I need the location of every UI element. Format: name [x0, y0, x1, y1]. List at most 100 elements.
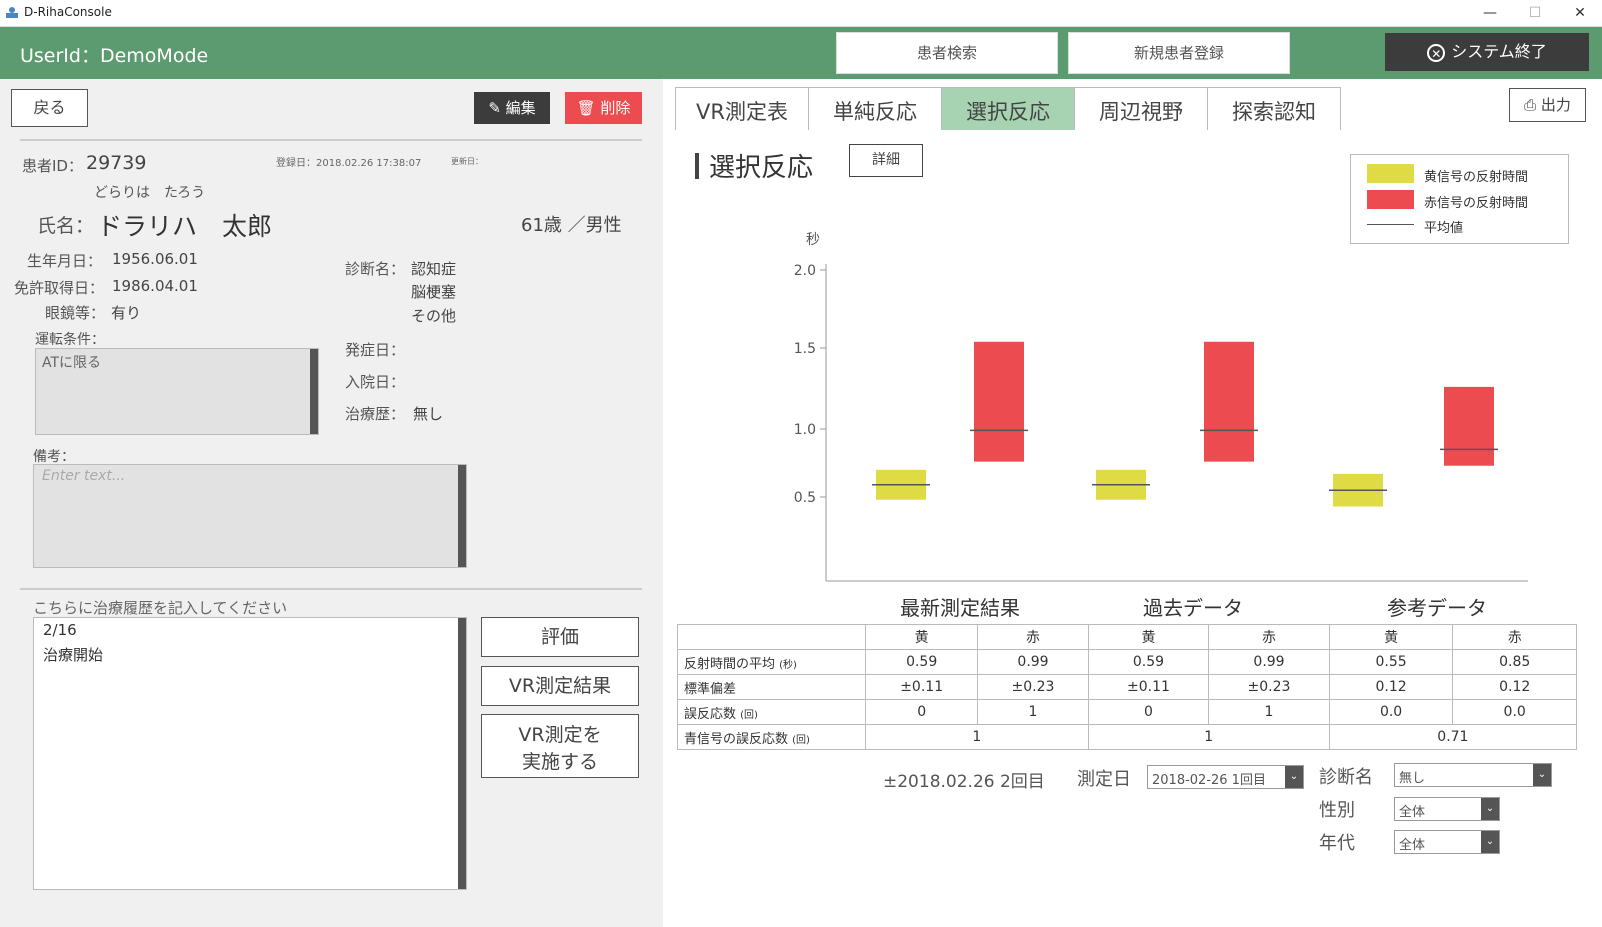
- diag-filter-select[interactable]: 無し ⌄: [1394, 763, 1552, 787]
- notes-field[interactable]: Enter text...: [33, 464, 467, 568]
- birth-value: 1956.06.01: [112, 250, 198, 268]
- maximize-button[interactable]: ☐: [1515, 3, 1555, 23]
- table-cell: ±0.11: [1087, 674, 1210, 700]
- table-cell: 0.99: [977, 649, 1089, 675]
- scrollbar[interactable]: [310, 349, 318, 434]
- divider: [20, 139, 642, 141]
- close-circle-icon: ✕: [1427, 43, 1446, 62]
- col-header: 赤: [1208, 624, 1330, 650]
- age-filter-label: 年代: [1319, 833, 1355, 854]
- bar-red: [1444, 386, 1494, 466]
- delete-label: 削除: [600, 99, 631, 117]
- edit-button[interactable]: ✎ 編集: [474, 92, 550, 124]
- sex-filter-label: 性別: [1319, 800, 1355, 821]
- results-table: 黄 赤 黄 赤 黄 赤 反射時間の平均 (秒) 0.59 0.99 0.59 0…: [677, 624, 1578, 750]
- name-label: 氏名：: [37, 215, 95, 237]
- patient-kana: どらりは たろう: [94, 185, 206, 201]
- evaluate-button[interactable]: 評価: [481, 617, 639, 657]
- table-cell: ±0.11: [864, 674, 979, 700]
- col-header: 黄: [1087, 624, 1210, 650]
- age-sex: 61歳 ／男性: [521, 215, 622, 236]
- close-button[interactable]: ✕: [1560, 3, 1600, 23]
- history-line-2: 治療開始: [43, 646, 104, 664]
- notes-placeholder: Enter text...: [42, 468, 126, 484]
- table-cell: 0: [864, 699, 979, 725]
- user-id-label: UserId：DemoMode: [20, 45, 209, 67]
- col-header: 赤: [977, 624, 1089, 650]
- sex-filter-select[interactable]: 全体 ⌄: [1394, 797, 1500, 821]
- edit-label: 編集: [505, 99, 536, 117]
- table-row: 青信号の誤反応数 (回) 1 1 0.71: [677, 724, 1578, 750]
- glasses-label: 眼鏡等：: [45, 304, 106, 322]
- driving-condition-label: 運転条件：: [35, 332, 105, 348]
- group-title-past: 過去データ: [1143, 596, 1243, 620]
- row-label: 誤反応数 (回): [677, 699, 866, 725]
- measure-date-value: 2018-02-26 1回目: [1152, 773, 1266, 788]
- diagnosis-1: 認知症: [411, 260, 457, 278]
- scrollbar[interactable]: [458, 618, 466, 889]
- chevron-down-icon: ⌄: [1481, 798, 1499, 820]
- table-cell: 1: [977, 699, 1089, 725]
- history-field[interactable]: 2/16 治療開始: [33, 617, 467, 890]
- driving-condition-text: ATに限る: [42, 355, 102, 371]
- license-value: 1986.04.01: [112, 277, 198, 295]
- minimize-button[interactable]: —: [1470, 3, 1510, 23]
- admission-label: 入院日：: [345, 373, 406, 391]
- y-tick-label: 0.5: [794, 490, 816, 506]
- table-row: 反射時間の平均 (秒) 0.59 0.99 0.59 0.99 0.55 0.8…: [677, 649, 1577, 675]
- bar-red: [974, 341, 1024, 462]
- table-cell: ±0.23: [1208, 674, 1330, 700]
- vr-run-button[interactable]: VR測定を 実施する: [481, 714, 639, 778]
- chevron-down-icon: ⌄: [1533, 764, 1551, 786]
- new-patient-button[interactable]: 新規患者登録: [1068, 32, 1290, 74]
- table-row: 誤反応数 (回) 0 1 0 1 0.0 0.0: [677, 699, 1577, 725]
- vr-run-line-1: VR測定を: [518, 724, 602, 746]
- y-tick-label: 2.0: [794, 263, 816, 279]
- table-cell: 0.59: [1087, 649, 1210, 675]
- table-cell: 0.12: [1328, 674, 1454, 700]
- patient-search-button[interactable]: 患者検索: [836, 32, 1058, 74]
- table-cell: 0.99: [1208, 649, 1330, 675]
- y-tick-label: 1.5: [794, 341, 816, 357]
- row-label: 標準偏差: [677, 674, 866, 700]
- history-line-1: 2/16: [43, 621, 77, 639]
- notes-label: 備考：: [33, 449, 75, 465]
- patient-panel: 戻る ✎ 編集 🗑 削除 患者ID： 29739 登録日：2018.02.26 …: [0, 79, 663, 927]
- group-title-latest: 最新測定結果: [900, 596, 1020, 620]
- table-corner: [677, 624, 866, 650]
- table-cell: 0.0: [1452, 699, 1577, 725]
- diag-filter-value: 無し: [1399, 771, 1426, 786]
- table-cell: 1: [864, 724, 1089, 750]
- sex-filter-value: 全体: [1399, 805, 1426, 820]
- registered-date: 登録日：2018.02.26 17:38:07: [276, 158, 422, 169]
- delete-button[interactable]: 🗑 削除: [565, 92, 642, 124]
- vr-result-button[interactable]: VR測定結果: [481, 666, 639, 706]
- measure-date-select[interactable]: 2018-02-26 1回目 ⌄: [1147, 765, 1304, 789]
- row-label: 反射時間の平均 (秒): [677, 649, 866, 675]
- onset-label: 発症日：: [345, 341, 406, 359]
- patient-name: ドラリハ 太郎: [97, 212, 273, 241]
- col-header: 黄: [1328, 624, 1454, 650]
- chevron-down-icon: ⌄: [1481, 831, 1499, 853]
- patient-id-label: 患者ID：: [22, 157, 83, 175]
- scrollbar[interactable]: [458, 465, 466, 567]
- table-cell: 0.12: [1452, 674, 1577, 700]
- age-filter-select[interactable]: 全体 ⌄: [1394, 830, 1500, 854]
- glasses-value: 有り: [111, 304, 142, 322]
- driving-condition-field[interactable]: ATに限る: [35, 348, 319, 435]
- exit-button[interactable]: ✕ システム終了: [1385, 33, 1589, 71]
- window-title: D-RihaConsole: [24, 5, 112, 19]
- diagnosis-label: 診断名：: [345, 260, 406, 278]
- license-label: 免許取得日：: [14, 279, 105, 297]
- vr-run-line-2: 実施する: [521, 751, 598, 773]
- table-cell: 0.85: [1452, 649, 1577, 675]
- group-title-reference: 参考データ: [1387, 596, 1487, 620]
- table-cell: 0.59: [864, 649, 979, 675]
- back-button[interactable]: 戻る: [11, 89, 88, 127]
- diagnosis-2: 脳梗塞: [411, 283, 457, 301]
- y-axis-label: 秒: [806, 232, 820, 248]
- treatment-value: 無し: [413, 405, 444, 423]
- birth-label: 生年月日：: [27, 252, 103, 270]
- divider: [20, 588, 642, 590]
- diag-filter-label: 診断名: [1319, 767, 1373, 788]
